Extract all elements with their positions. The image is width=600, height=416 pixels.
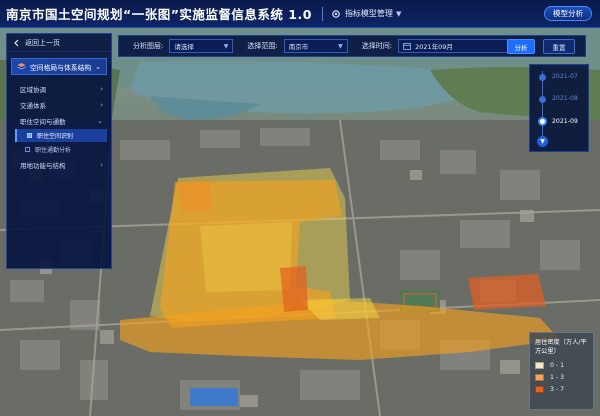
- back-link-label: 返回上一页: [25, 38, 60, 47]
- sidebar-item-transport[interactable]: 交通体系 ›: [7, 97, 111, 112]
- module-menu[interactable]: 指标模型管理 ▼: [331, 8, 401, 19]
- chevron-right-icon: ›: [100, 84, 103, 93]
- module-menu-label: 指标模型管理: [344, 9, 393, 18]
- sidebar-subitem-identify[interactable]: 职住空间识别: [15, 129, 107, 142]
- sidebar-item-landuse[interactable]: 用地功能与结构 ›: [7, 157, 111, 172]
- timeline-node[interactable]: [539, 96, 546, 103]
- chevron-down-icon: ▼: [338, 42, 343, 50]
- gear-icon: [332, 9, 340, 18]
- section-header[interactable]: 空间格局与体系结构 ⌄: [11, 58, 107, 75]
- legend-entry: 0 - 1: [535, 359, 588, 371]
- legend-title: 居住密度（万人/平方公里）: [535, 339, 587, 355]
- time-label: 选择时间:: [361, 42, 393, 50]
- left-sidebar: 返回上一页 空间格局与体系结构 ⌄ 区域协调 › 交通体系 › 职住空间与通勤 …: [6, 33, 112, 269]
- analyze-button[interactable]: 分析: [507, 39, 535, 54]
- chevron-down-icon: ⌄: [95, 62, 101, 71]
- analysis-toolbar: 分析图层: 请选择 ▼ 选择范围: 南京市 ▼ 选择时间: 2021年09月 分…: [118, 35, 586, 57]
- scope-label: 选择范围:: [247, 42, 278, 50]
- top-header: 南京市国土空间规划“一张图”实施监督信息系统 1.0 指标模型管理 ▼ 模型分析: [0, 0, 600, 28]
- legend-label: 3 - 7: [550, 385, 565, 393]
- chevron-down-icon: ▼: [395, 9, 402, 18]
- legend-swatch: [535, 385, 544, 393]
- time-slider[interactable]: 2021-07 2021-08 2021-09 ▼: [529, 64, 589, 152]
- layers-icon: [17, 63, 26, 70]
- density-legend: 居住密度（万人/平方公里） 0 - 1 1 - 3 3 - 7: [529, 332, 594, 410]
- header-divider: [321, 6, 323, 21]
- timeline-date: 2021-08: [552, 95, 578, 102]
- sidebar-subitem-analysis[interactable]: 职住通勤分析: [7, 143, 111, 156]
- layer-select[interactable]: 请选择 ▼: [169, 39, 234, 53]
- sidebar-item-label: 职住空间与通勤: [20, 117, 66, 126]
- reset-button[interactable]: 重置: [543, 39, 575, 54]
- scope-select-value: 南京市: [288, 43, 309, 51]
- sidebar-subitem-label: 职住空间识别: [37, 133, 74, 140]
- sidebar-item-commute[interactable]: 职住空间与通勤 ⌄: [7, 113, 111, 128]
- layer-label: 分析图层:: [133, 42, 164, 50]
- timeline-date: 2021-07: [552, 73, 578, 80]
- checkbox-icon: [27, 133, 32, 138]
- section-header-label: 空间格局与体系结构: [30, 63, 92, 72]
- timeline-node-active[interactable]: [538, 117, 547, 126]
- layer-select-value: 请选择: [174, 43, 194, 51]
- sidebar-item-label: 交通体系: [20, 101, 46, 110]
- chevron-right-icon: ›: [100, 160, 103, 169]
- sidebar-item-regional[interactable]: 区域协调 ›: [7, 81, 111, 96]
- app-title: 南京市国土空间规划“一张图”实施监督信息系统 1.0: [6, 7, 312, 22]
- timeline-date-active: 2021-09: [552, 118, 578, 125]
- scope-select[interactable]: 南京市 ▼: [283, 39, 348, 53]
- legend-label: 0 - 1: [550, 361, 565, 369]
- timeline-node[interactable]: [539, 74, 546, 81]
- legend-entry: 3 - 7: [535, 383, 588, 395]
- legend-label: 1 - 3: [550, 373, 565, 381]
- legend-entry: 1 - 3: [535, 371, 588, 383]
- legend-swatch: [535, 361, 544, 369]
- legend-swatch: [535, 373, 544, 381]
- timeline-track: [542, 71, 543, 141]
- chevron-down-icon: ⌄: [97, 116, 103, 125]
- back-arrow-icon: [14, 39, 19, 46]
- sidebar-subitem-label: 职住通勤分析: [35, 147, 72, 154]
- time-picker-value: 2021年09月: [415, 43, 453, 51]
- time-picker[interactable]: 2021年09月: [398, 39, 517, 53]
- sidebar-item-label: 用地功能与结构: [20, 161, 66, 170]
- calendar-icon: [403, 43, 411, 50]
- checkbox-icon: [25, 147, 30, 152]
- model-analysis-button[interactable]: 模型分析: [544, 6, 592, 21]
- sidebar-item-label: 区域协调: [20, 85, 46, 94]
- chevron-right-icon: ›: [100, 100, 103, 109]
- chevron-down-icon: ▼: [223, 42, 229, 50]
- timeline-down-button[interactable]: ▼: [537, 136, 548, 147]
- back-link[interactable]: 返回上一页: [7, 34, 111, 52]
